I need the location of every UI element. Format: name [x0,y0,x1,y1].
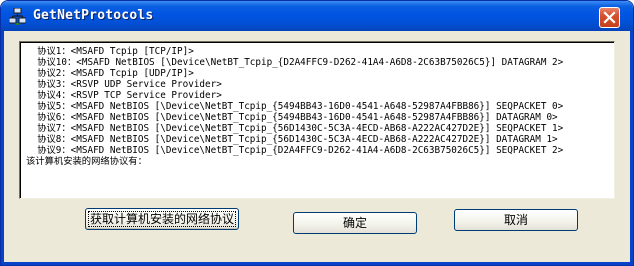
output-line: 该计算机安装的网络协议有： [26,156,147,167]
output-line: 协议3：<RSVP UDP Service Provider> [26,79,222,90]
output-line: 协议2：<MSAFD Tcpip [UDP/IP]> [26,68,194,79]
output-line: 协议5：<MSAFD NetBIOS [\Device\NetBT_Tcpip_… [26,101,564,112]
output-line: 协议4：<RSVP TCP Service Provider> [26,90,222,101]
ok-button[interactable]: 确定 [293,212,417,234]
window-frame-right [630,31,633,265]
close-button[interactable] [599,7,620,28]
protocol-output-box[interactable]: 协议1：<MSAFD Tcpip [TCP/IP]> 协议10：<MSAFD N… [19,41,615,199]
cancel-button[interactable]: 取消 [454,209,578,231]
window-frame-left [1,31,4,265]
dialog-window: GetNetProtocols 协议1：<MSAFD Tcpip [TCP/IP… [0,0,634,266]
network-app-icon [8,7,27,25]
output-line: 协议6：<MSAFD NetBIOS [\Device\NetBT_Tcpip_… [26,112,558,123]
window-frame-bottom [1,262,633,265]
protocol-list: 协议1：<MSAFD Tcpip [TCP/IP]> 协议10：<MSAFD N… [26,46,563,167]
output-line: 协议8：<MSAFD NetBIOS [\Device\NetBT_Tcpip_… [26,134,558,145]
get-protocols-button[interactable]: 获取计算机安装的网络协议 [85,208,239,230]
output-line: 协议7：<MSAFD NetBIOS [\Device\NetBT_Tcpip_… [26,123,564,134]
output-line: 协议1：<MSAFD Tcpip [TCP/IP]> [26,46,194,57]
output-line: 协议9：<MSAFD NetBIOS [\Device\NetBT_Tcpip_… [26,145,564,156]
close-icon [603,11,616,24]
title-bar[interactable]: GetNetProtocols [1,1,633,31]
output-line: 协议10：<MSAFD NetBIOS [\Device\NetBT_Tcpip… [26,57,564,68]
window-title: GetNetProtocols [33,8,154,23]
